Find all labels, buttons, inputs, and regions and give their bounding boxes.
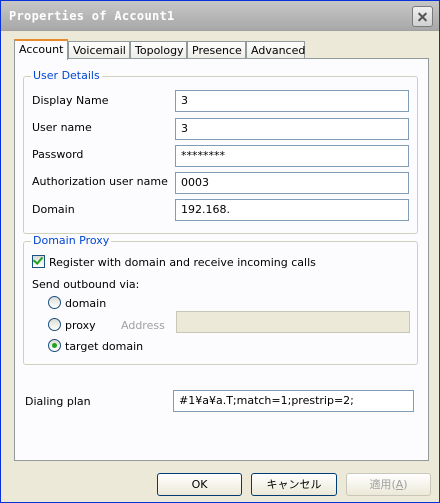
send-outbound-label: Send outbound via: xyxy=(32,278,140,291)
check-icon xyxy=(32,254,44,265)
apply-button[interactable]: 適用(A) xyxy=(346,473,431,496)
radio-proxy-label[interactable]: proxy xyxy=(65,319,96,332)
radio-selected-dot xyxy=(52,343,57,348)
domain-field[interactable]: 192.168. xyxy=(175,199,409,221)
user-details-legend: User Details xyxy=(31,69,102,82)
address-field[interactable] xyxy=(176,311,410,333)
cancel-button[interactable]: キャンセル xyxy=(251,473,337,496)
user-name-field[interactable]: 3 xyxy=(175,118,409,140)
tab-topology[interactable]: Topology xyxy=(130,41,187,59)
display-name-field[interactable]: 3 xyxy=(175,90,409,112)
title-bar[interactable]: Properties of Account1 xyxy=(1,1,439,31)
register-label[interactable]: Register with domain and receive incomin… xyxy=(49,256,316,269)
close-icon[interactable] xyxy=(412,6,433,27)
properties-dialog: Properties of Account1 Account Voicemail… xyxy=(0,0,440,503)
user-name-label: User name xyxy=(32,121,92,134)
ok-button[interactable]: OK xyxy=(157,473,242,496)
tab-presence[interactable]: Presence xyxy=(187,41,246,59)
auth-user-label: Authorization user name xyxy=(32,175,168,188)
tab-voicemail[interactable]: Voicemail xyxy=(68,41,130,59)
radio-domain-label[interactable]: domain xyxy=(65,297,106,310)
address-label: Address xyxy=(121,319,165,332)
tab-advanced[interactable]: Advanced xyxy=(246,41,305,59)
domain-label: Domain xyxy=(32,203,75,216)
radio-target-domain[interactable] xyxy=(48,339,61,352)
radio-domain[interactable] xyxy=(48,296,61,309)
account-panel: User Details Display Name 3 User name 3 … xyxy=(14,58,429,461)
apply-label: 適用 xyxy=(369,478,392,491)
dialing-plan-field[interactable]: #1¥a¥a.T;match=1;prestrip=2; xyxy=(173,390,414,412)
dialing-plan-label: Dialing plan xyxy=(25,395,91,408)
password-label: Password xyxy=(32,148,84,161)
register-checkbox[interactable] xyxy=(32,254,45,268)
domain-proxy-legend: Domain Proxy xyxy=(31,234,112,247)
radio-proxy[interactable] xyxy=(48,318,61,331)
password-field[interactable]: ******** xyxy=(175,145,409,167)
window-title: Properties of Account1 xyxy=(9,9,175,23)
display-name-label: Display Name xyxy=(32,94,109,107)
apply-accesskey: A xyxy=(395,478,404,491)
radio-target-domain-label[interactable]: target domain xyxy=(65,340,143,353)
auth-user-field[interactable]: 0003 xyxy=(175,172,409,194)
tab-account[interactable]: Account xyxy=(14,39,68,60)
